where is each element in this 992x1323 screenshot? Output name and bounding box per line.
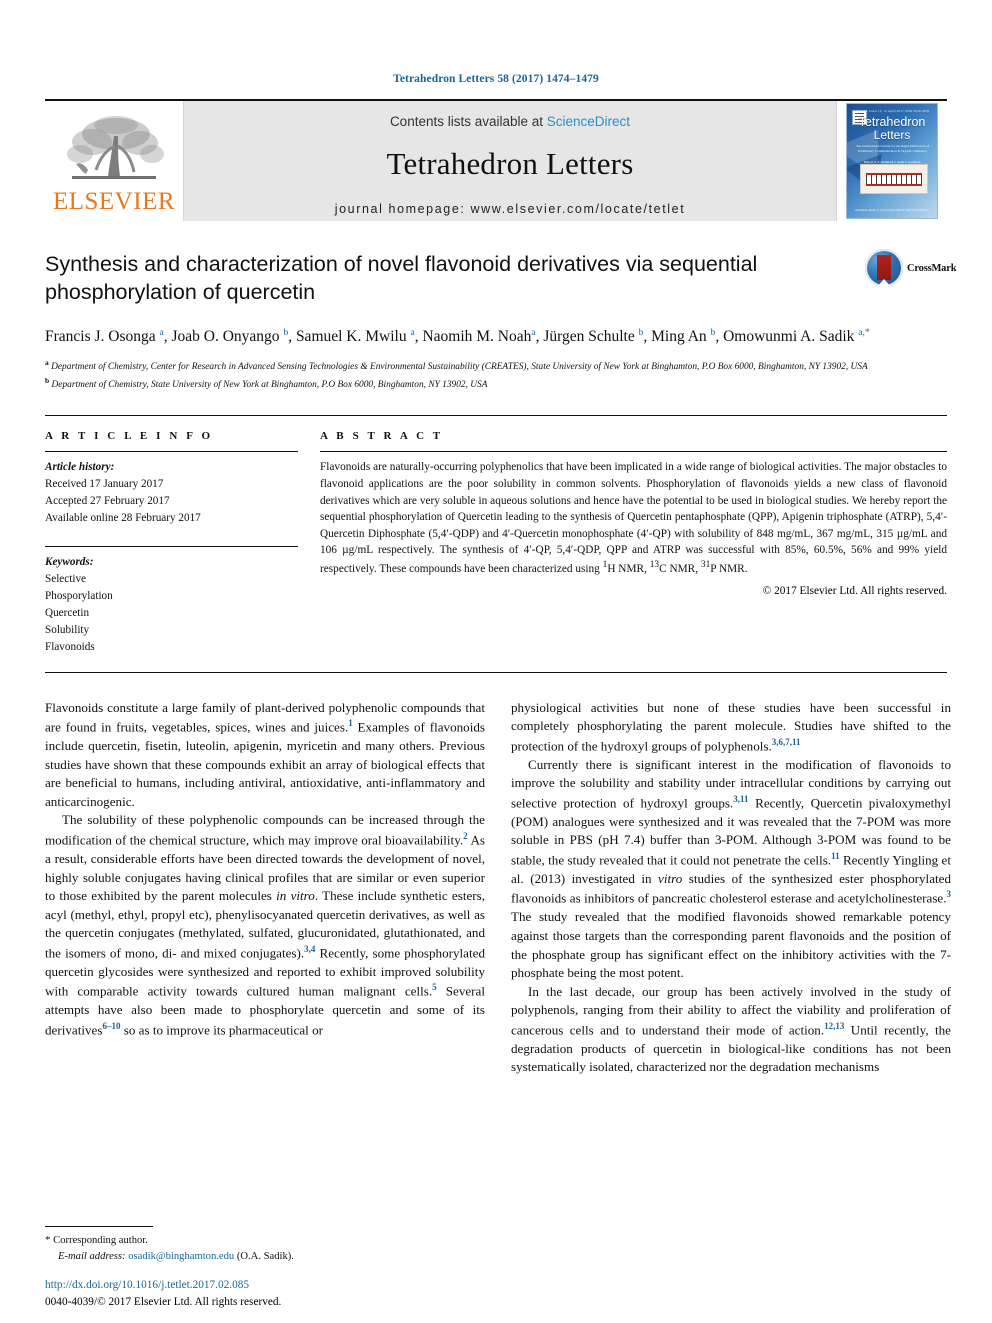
doi-link[interactable]: http://dx.doi.org/10.1016/j.tetlet.2017.… <box>45 1277 505 1293</box>
paragraph: In the last decade, our group has been a… <box>511 983 951 1075</box>
running-head: Tetrahedron Letters 58 (2017) 1474–1479 <box>393 73 599 85</box>
keywords-block: Keywords: Selective Phosporylation Querc… <box>45 554 298 656</box>
crossmark-badge[interactable]: CrossMark <box>865 249 957 299</box>
article-page: Tetrahedron Letters 58 (2017) 1474–1479 <box>0 0 992 1323</box>
article-info-rule <box>45 451 298 453</box>
cover-subtitle: The International Journal for the Rapid … <box>856 144 929 153</box>
corresponding-author-label: Corresponding author. <box>53 1235 148 1247</box>
paragraph: Currently there is significant interest … <box>511 756 952 981</box>
corresponding-author-line: * Corresponding author. <box>45 1232 485 1249</box>
contents-prefix: Contents lists available at <box>389 114 547 129</box>
email-line: E-mail address: osadik@binghamton.edu (O… <box>45 1249 485 1265</box>
page-title: Synthesis and characterization of novel … <box>45 252 758 304</box>
article-info-heading: A R T I C L E I N F O <box>45 430 214 443</box>
keyword-item: Quercetin <box>45 606 90 619</box>
body-right-column: physiological activities but none of the… <box>511 699 951 1077</box>
paragraph: physiological activities but none of the… <box>511 699 951 754</box>
abstract-copyright: © 2017 Elsevier Ltd. All rights reserved… <box>762 585 947 598</box>
masthead-center: Contents lists available at ScienceDirec… <box>183 101 837 221</box>
keywords-rule <box>45 545 298 547</box>
article-info-column: A R T I C L E I N F O Article history: R… <box>45 430 320 655</box>
author-list: Francis J. Osonga a, Joab O. Onyango b, … <box>45 327 870 345</box>
affiliation-b-text: Department of Chemistry, State Universit… <box>51 380 488 391</box>
elsevier-tree-icon <box>67 116 164 179</box>
affiliation-b: b Department of Chemistry, State Univers… <box>45 376 488 391</box>
article-history-label: Article history: <box>45 461 115 474</box>
journal-title: Tetrahedron Letters <box>386 146 634 181</box>
email-address-label: E-mail address: <box>58 1251 126 1263</box>
affiliation-a-text: Department of Chemistry, Center for Rese… <box>51 362 868 373</box>
footnote-rule <box>45 1226 153 1228</box>
keyword-item: Selective <box>45 572 87 585</box>
body-left-column: Flavonoids constitute a large family of … <box>45 699 485 1077</box>
elsevier-logo: ELSEVIER <box>45 101 183 221</box>
keywords-label: Keywords: <box>45 555 94 568</box>
cover-title: Tetrahedron Letters <box>847 116 937 141</box>
article-available-online: Available online 28 February 2017 <box>45 512 201 525</box>
keyword-item: Solubility <box>45 623 90 636</box>
paragraph: Flavonoids constitute a large family of … <box>45 699 486 809</box>
cover-issue-line: Vol. 58, Issue 15, 12 April 2017 ISSN 00… <box>856 109 930 113</box>
contents-available-line: Contents lists available at ScienceDirec… <box>390 114 630 129</box>
cover-photo-strip <box>866 173 922 186</box>
asterisk-icon: * <box>45 1234 51 1247</box>
email-owner: (O.A. Sadik). <box>236 1251 294 1263</box>
cover-photo <box>860 164 928 194</box>
crossmark-label: CrossMark <box>907 263 957 274</box>
affiliations: a Department of Chemistry, Center for Re… <box>45 357 947 393</box>
email-link[interactable]: osadik@binghamton.edu <box>128 1251 234 1262</box>
issn-copyright-line: 0040-4039/© 2017 Elsevier Ltd. All right… <box>45 1295 282 1308</box>
journal-cover-thumbnail: Vol. 58, Issue 15, 12 April 2017 ISSN 00… <box>837 101 947 221</box>
journal-homepage-link[interactable]: journal homepage: www.elsevier.com/locat… <box>335 202 686 216</box>
title-area: Synthesis and characterization of novel … <box>45 249 957 313</box>
sciencedirect-link[interactable]: ScienceDirect <box>547 114 630 129</box>
cover-image: Vol. 58, Issue 15, 12 April 2017 ISSN 00… <box>846 103 938 219</box>
keyword-item: Flavonoids <box>45 640 95 653</box>
cover-title-line2: Letters <box>873 127 911 142</box>
article-history-block: Article history: Received 17 January 201… <box>45 459 298 527</box>
article-accepted: Accepted 27 February 2017 <box>45 495 170 508</box>
info-abstract-section: A R T I C L E I N F O Article history: R… <box>45 415 947 655</box>
elsevier-wordmark: ELSEVIER <box>52 188 176 215</box>
keyword-item: Phosporylation <box>45 589 113 602</box>
cover-footer: Available online at www.sciencedirect.co… <box>855 208 929 212</box>
info-abstract-bottom-rule <box>45 671 947 673</box>
paragraph: The solubility of these polyphenolic com… <box>45 812 486 1038</box>
abstract-text: Flavonoids are naturally-occurring polyp… <box>320 461 947 575</box>
corresponding-author-footnote: * Corresponding author. E-mail address: … <box>45 1226 485 1265</box>
cover-title-line1: Tetrahedron <box>858 115 926 129</box>
abstract-heading: A B S T R A C T <box>320 430 444 443</box>
journal-masthead: ELSEVIER Contents lists available at Sci… <box>45 99 947 221</box>
abstract-column: A B S T R A C T Flavonoids are naturally… <box>320 430 947 655</box>
doi-block: http://dx.doi.org/10.1016/j.tetlet.2017.… <box>45 1277 505 1310</box>
crossmark-bookmark-icon <box>877 255 891 287</box>
article-received: Received 17 January 2017 <box>45 478 164 491</box>
body-columns: Flavonoids constitute a large family of … <box>45 699 951 1077</box>
affiliation-a: a Department of Chemistry, Center for Re… <box>45 358 868 373</box>
abstract-rule <box>320 451 947 453</box>
